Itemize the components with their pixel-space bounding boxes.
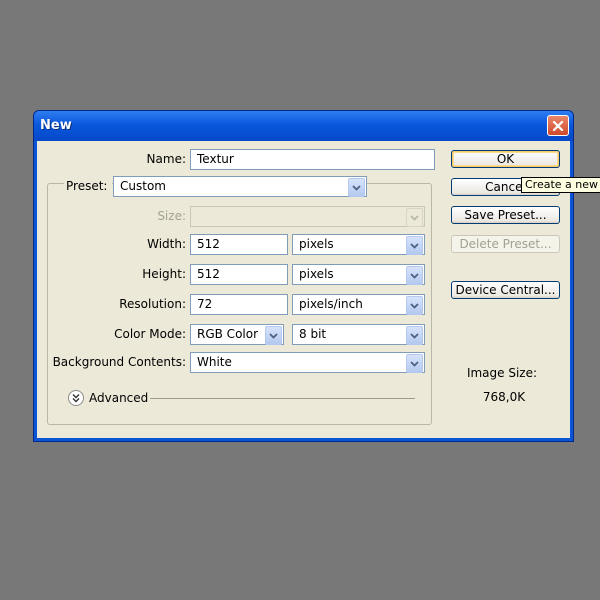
size-select	[190, 206, 425, 227]
height-unit-select[interactable]: pixels	[292, 264, 425, 285]
device-central-button[interactable]: Device Central...	[451, 281, 560, 299]
resolution-label: Resolution:	[119, 297, 186, 311]
chevron-down-icon[interactable]	[406, 326, 423, 345]
bit-depth-select[interactable]: 8 bit	[292, 324, 425, 345]
advanced-toggle[interactable]	[68, 390, 84, 406]
image-size-label: Image Size:	[466, 366, 538, 380]
delete-preset-button: Delete Preset...	[451, 235, 560, 253]
color-mode-label: Color Mode:	[114, 327, 186, 341]
close-icon	[552, 120, 564, 131]
height-input[interactable]: 512	[190, 264, 288, 285]
chevron-down-icon[interactable]	[265, 326, 282, 345]
background-value: White	[197, 355, 232, 369]
advanced-label[interactable]: Advanced	[89, 391, 148, 405]
height-label: Height:	[142, 267, 186, 281]
resolution-input[interactable]: 72	[190, 294, 288, 315]
chevron-down-icon[interactable]	[406, 266, 423, 285]
save-preset-button[interactable]: Save Preset...	[451, 206, 560, 224]
chevron-down-icon[interactable]	[406, 354, 423, 373]
background-label: Background Contents:	[52, 355, 186, 369]
color-mode-select[interactable]: RGB Color	[190, 324, 284, 345]
preset-select[interactable]: Custom	[113, 176, 367, 197]
advanced-divider	[150, 398, 415, 399]
width-input[interactable]: 512	[190, 234, 288, 255]
width-unit-value: pixels	[299, 237, 334, 251]
preset-label: Preset:	[66, 179, 108, 193]
size-label: Size:	[157, 209, 186, 223]
close-button[interactable]	[547, 115, 569, 136]
background-select[interactable]: White	[190, 352, 425, 373]
name-input[interactable]: Textur	[190, 149, 435, 170]
height-unit-value: pixels	[299, 267, 334, 281]
chevron-down-icon[interactable]	[406, 236, 423, 255]
image-size-value: 768,0K	[482, 390, 526, 404]
name-label: Name:	[146, 152, 186, 166]
resolution-unit-value: pixels/inch	[299, 297, 363, 311]
width-label: Width:	[147, 237, 186, 251]
window-title: New	[40, 118, 72, 133]
double-chevron-down-icon	[72, 394, 80, 403]
chevron-down-icon[interactable]	[406, 296, 423, 315]
resolution-unit-select[interactable]: pixels/inch	[292, 294, 425, 315]
width-unit-select[interactable]: pixels	[292, 234, 425, 255]
ok-button[interactable]: OK	[451, 150, 560, 168]
preset-value: Custom	[120, 179, 166, 193]
chevron-down-icon[interactable]	[348, 178, 365, 197]
chevron-down-icon	[406, 208, 423, 227]
tooltip: Create a new document	[521, 177, 600, 193]
color-mode-value: RGB Color	[197, 327, 259, 341]
bit-depth-value: 8 bit	[299, 327, 327, 341]
title-bar[interactable]	[34, 111, 573, 141]
